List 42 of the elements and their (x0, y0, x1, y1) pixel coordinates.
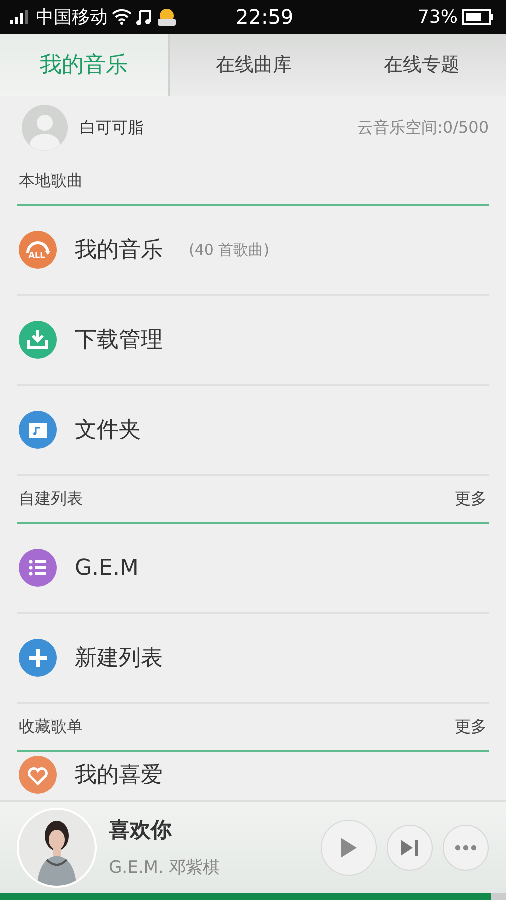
list-item[interactable]: ALL 我的音乐 (40 首歌曲) (17, 206, 489, 296)
more-link[interactable]: 更多 (455, 488, 487, 510)
item-label: 新建列表 (75, 645, 163, 673)
music-folder-icon (19, 411, 57, 449)
clock-text: 22:59 (236, 5, 294, 29)
add-icon (19, 639, 57, 677)
more-link[interactable]: 更多 (455, 716, 487, 738)
song-title: 喜欢你 (109, 817, 173, 844)
item-label: 文件夹 (75, 417, 141, 445)
cloud-space-text: 云音乐空间:0/500 (358, 118, 489, 138)
section-title: 自建列表 (19, 488, 83, 510)
list-item[interactable]: 文件夹 (17, 386, 489, 476)
section-title: 本地歌曲 (19, 170, 83, 192)
list-item[interactable]: 我的喜爱 (17, 752, 489, 798)
artist-name: G.E.M. 邓紫棋 (109, 857, 222, 879)
list-icon (19, 549, 57, 587)
song-count: (40 首歌曲) (189, 240, 270, 260)
tab[interactable]: 在线专题 (338, 34, 506, 96)
battery-icon (462, 9, 494, 25)
music-note-icon (136, 8, 152, 26)
carrier-text: 中国移动 (36, 6, 108, 29)
skip-next-icon (400, 840, 420, 856)
list-item[interactable]: 新建列表 (17, 614, 489, 704)
battery-text: 73% (418, 6, 458, 28)
section-title: 收藏歌单 (19, 716, 83, 738)
item-label: G.E.M (75, 556, 139, 580)
repeat-all-icon: ALL (19, 231, 57, 269)
item-label: 我的音乐 (75, 237, 163, 265)
item-label: 我的喜爱 (75, 762, 163, 790)
play-icon (340, 836, 358, 858)
more-icon (455, 844, 477, 850)
user-name[interactable]: 白可可脂 (80, 118, 144, 138)
wifi-icon (112, 9, 132, 25)
download-icon (19, 321, 57, 359)
weather-icon (156, 7, 178, 27)
next-button[interactable] (387, 824, 433, 870)
more-button[interactable] (443, 824, 489, 870)
list-item[interactable]: G.E.M (17, 524, 489, 614)
item-label: 下载管理 (75, 327, 163, 355)
signal-icon (10, 10, 30, 24)
tab[interactable]: 在线曲库 (170, 34, 338, 96)
list-item[interactable]: 下载管理 (17, 296, 489, 386)
